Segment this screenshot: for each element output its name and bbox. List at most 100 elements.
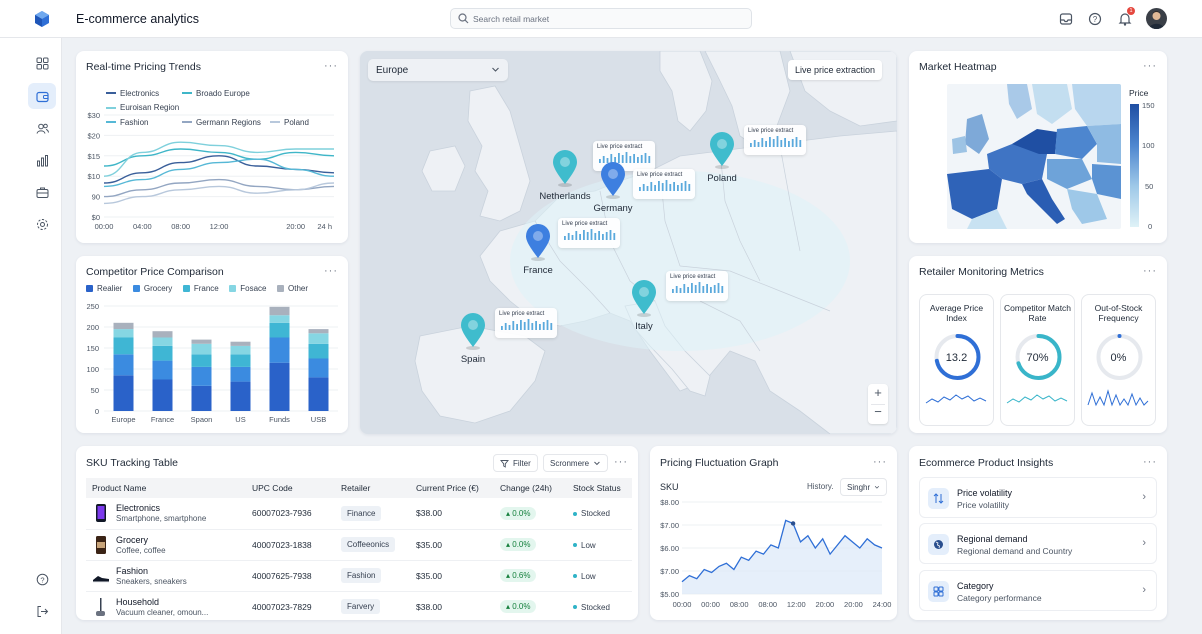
- sort-select[interactable]: Scronmere: [543, 454, 608, 472]
- map-pin-spain-icon[interactable]: [459, 312, 487, 352]
- dashboard-icon[interactable]: [28, 50, 56, 76]
- bar-segment[interactable]: [191, 354, 212, 367]
- more-options-icon[interactable]: ···: [324, 265, 338, 277]
- bar-segment[interactable]: [191, 339, 212, 344]
- column-header[interactable]: Current Price (€): [410, 478, 494, 498]
- bar-segment[interactable]: [113, 354, 134, 376]
- bar-segment[interactable]: [113, 329, 134, 338]
- bar-segment[interactable]: [230, 354, 251, 367]
- series-line-2[interactable]: [103, 141, 334, 177]
- column-header[interactable]: Stock Status: [567, 478, 632, 498]
- bar-segment[interactable]: [308, 343, 329, 359]
- region-select[interactable]: Europe: [368, 59, 508, 81]
- bar-segment[interactable]: [191, 385, 212, 411]
- live-price-extraction-button[interactable]: Live price extraction: [788, 60, 883, 80]
- live-price-popup[interactable]: Live price extract: [666, 271, 728, 301]
- briefcase-icon[interactable]: [28, 179, 56, 205]
- wallet-icon[interactable]: [28, 83, 56, 109]
- metric-card[interactable]: Average Price Index 13.2: [919, 294, 994, 426]
- data-point-marker[interactable]: [790, 521, 796, 526]
- bar-segment[interactable]: [308, 333, 329, 344]
- table-row[interactable]: Electronics Smartphone, smartphone 6000702…: [86, 498, 632, 530]
- history-select[interactable]: Singhr: [840, 478, 887, 496]
- more-options-icon[interactable]: ···: [873, 456, 887, 468]
- series-line-4[interactable]: [103, 178, 335, 198]
- bar-segment[interactable]: [113, 322, 134, 330]
- bar-segment[interactable]: [308, 377, 329, 411]
- more-options-icon[interactable]: ···: [324, 60, 338, 72]
- map-canvas[interactable]: [360, 51, 897, 434]
- card-title: Market Heatmap: [919, 61, 997, 73]
- chevron-down-icon: [491, 65, 500, 76]
- notification-badge: 1: [1127, 7, 1135, 15]
- x-tick-label: USB: [311, 415, 326, 424]
- bar-segment[interactable]: [152, 360, 173, 380]
- more-options-icon[interactable]: ···: [614, 456, 628, 468]
- bar-segment[interactable]: [308, 329, 329, 334]
- bar-segment[interactable]: [191, 343, 212, 355]
- bar-segment[interactable]: [152, 345, 173, 361]
- bar-segment[interactable]: [113, 337, 134, 355]
- bar-segment[interactable]: [230, 366, 251, 382]
- table-row[interactable]: Fashion Sneakers, sneakers 40007625-7938 Fa…: [86, 560, 632, 592]
- help-circle-icon[interactable]: ?: [28, 566, 56, 592]
- bar-segment[interactable]: [152, 337, 173, 346]
- bar-chart-icon[interactable]: [28, 147, 56, 173]
- map-pin-germany-icon[interactable]: [599, 161, 627, 201]
- more-options-icon[interactable]: ···: [1143, 265, 1157, 277]
- insight-regional-demand[interactable]: Regional demand Regional demand and Coun…: [919, 523, 1157, 564]
- filter-button[interactable]: Filter: [493, 454, 538, 472]
- live-price-popup[interactable]: Live price extract: [744, 125, 806, 155]
- table-row[interactable]: Grocery Coffee, coffee 40007023-1838 Coffee…: [86, 529, 632, 561]
- zoom-out-button[interactable]: −: [868, 404, 888, 419]
- live-price-popup[interactable]: Live price extract: [558, 218, 620, 248]
- bar-segment[interactable]: [308, 358, 329, 378]
- avatar[interactable]: [1146, 8, 1167, 29]
- europe-map[interactable]: Europe Live price extraction Netherlands…: [360, 51, 897, 434]
- insight-category[interactable]: Category Category performance ›: [919, 570, 1157, 611]
- bar-segment[interactable]: [269, 322, 290, 338]
- bar-segment[interactable]: [230, 345, 251, 355]
- bar-segment[interactable]: [230, 341, 251, 346]
- column-header[interactable]: UPC Code: [246, 478, 335, 498]
- bar-segment[interactable]: [152, 331, 173, 338]
- more-options-icon[interactable]: ···: [1143, 456, 1157, 468]
- map-pin-netherlands-icon[interactable]: [551, 149, 579, 189]
- app-logo-icon[interactable]: [33, 10, 51, 28]
- series-line-1[interactable]: [103, 148, 335, 167]
- logout-icon[interactable]: [28, 598, 56, 624]
- map-pin-france-icon[interactable]: [524, 223, 552, 263]
- bar-segment[interactable]: [269, 337, 290, 363]
- scale-tick: 0: [1148, 222, 1153, 231]
- search-input[interactable]: Search retail market: [473, 14, 549, 24]
- heatmap-map[interactable]: [947, 84, 1121, 229]
- more-options-icon[interactable]: ···: [1143, 60, 1157, 72]
- metric-card[interactable]: Out-of-Stock Frequency 0%: [1081, 294, 1156, 426]
- column-header[interactable]: Retailer: [335, 478, 410, 498]
- bar-segment[interactable]: [269, 306, 290, 316]
- bar-segment[interactable]: [113, 375, 134, 411]
- map-pin-poland-icon[interactable]: [708, 131, 736, 171]
- series-line-5[interactable]: [103, 182, 335, 205]
- column-header[interactable]: Change (24h): [494, 478, 567, 498]
- change-badge: ▴ 0.0%: [500, 538, 537, 551]
- live-price-popup[interactable]: Live price extract: [633, 169, 695, 199]
- map-pin-italy-icon[interactable]: [630, 279, 658, 319]
- search-box[interactable]: Search retail market: [450, 8, 752, 29]
- bar-segment[interactable]: [191, 366, 212, 386]
- users-icon[interactable]: [28, 115, 56, 141]
- bar-segment[interactable]: [269, 315, 290, 323]
- table-row[interactable]: Household Vacuum cleaner, omoun... 4000702…: [86, 591, 632, 620]
- zoom-in-button[interactable]: +: [868, 385, 888, 400]
- bar-segment[interactable]: [230, 381, 251, 411]
- live-price-popup[interactable]: Live price extract: [495, 308, 557, 338]
- bar-segment[interactable]: [269, 362, 290, 411]
- column-header[interactable]: Product Name: [86, 478, 246, 498]
- insight-price-volatility[interactable]: Price volatility Price volatility ›: [919, 477, 1157, 518]
- help-icon[interactable]: ?: [1088, 12, 1102, 28]
- metric-card[interactable]: Competitor Match Rate 70%: [1000, 294, 1075, 426]
- inbox-icon[interactable]: [1059, 12, 1073, 28]
- settings-icon[interactable]: [28, 211, 56, 237]
- bar-segment[interactable]: [152, 379, 173, 412]
- change-value: 0.0%: [512, 508, 531, 518]
